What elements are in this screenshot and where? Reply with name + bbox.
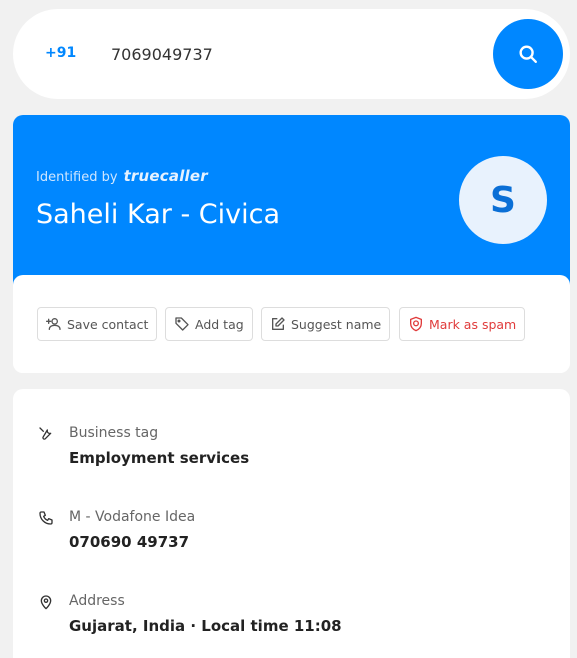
detail-label: Business tag xyxy=(69,425,159,441)
detail-business-tag: Business tag Employment services xyxy=(13,425,570,485)
edit-icon xyxy=(272,317,285,330)
mark-as-spam-button[interactable]: Mark as spam xyxy=(399,307,526,341)
suggest-name-label: Suggest name xyxy=(291,316,382,332)
detail-label: M - Vodafone Idea xyxy=(69,509,196,525)
identified-by-label: Identified by truecaller xyxy=(36,167,208,185)
search-button[interactable] xyxy=(493,19,563,89)
search-bar: +91 xyxy=(13,9,570,99)
location-pin-icon xyxy=(37,593,55,611)
contact-name: Saheli Kar - Civica xyxy=(36,199,281,230)
add-tag-label: Add tag xyxy=(195,316,244,332)
save-contact-button[interactable]: Save contact xyxy=(37,307,158,341)
avatar: S xyxy=(459,156,547,244)
truecaller-logo: truecaller xyxy=(123,167,208,185)
search-icon xyxy=(519,45,537,63)
tag-icon xyxy=(175,317,189,331)
detail-phone: M - Vodafone Idea 070690 49737 xyxy=(13,509,570,569)
actions-panel: Save contact Add tag Suggest name Mark a… xyxy=(13,275,570,373)
save-contact-label: Save contact xyxy=(67,316,149,332)
caller-id-header: Identified by truecaller Saheli Kar - Ci… xyxy=(13,115,570,285)
spam-shield-icon xyxy=(410,316,422,332)
phone-icon xyxy=(37,509,55,527)
detail-value: Employment services xyxy=(69,449,250,467)
detail-value[interactable]: 070690 49737 xyxy=(69,533,189,551)
phone-search-input[interactable] xyxy=(111,41,481,67)
caller-id-card: Identified by truecaller Saheli Kar - Ci… xyxy=(13,115,570,373)
detail-value: Gujarat, India · Local time 11:08 xyxy=(69,617,342,635)
details-card: Business tag Employment services M - Vod… xyxy=(13,389,570,658)
country-code[interactable]: +91 xyxy=(45,45,76,61)
identified-by-text: Identified by xyxy=(36,170,118,185)
add-tag-button[interactable]: Add tag xyxy=(165,307,253,341)
wrench-icon xyxy=(37,425,55,443)
suggest-name-button[interactable]: Suggest name xyxy=(261,307,391,341)
mark-as-spam-label: Mark as spam xyxy=(429,316,517,332)
detail-address: Address Gujarat, India · Local time 11:0… xyxy=(13,593,570,653)
add-person-icon xyxy=(46,318,61,330)
detail-label: Address xyxy=(69,593,125,609)
